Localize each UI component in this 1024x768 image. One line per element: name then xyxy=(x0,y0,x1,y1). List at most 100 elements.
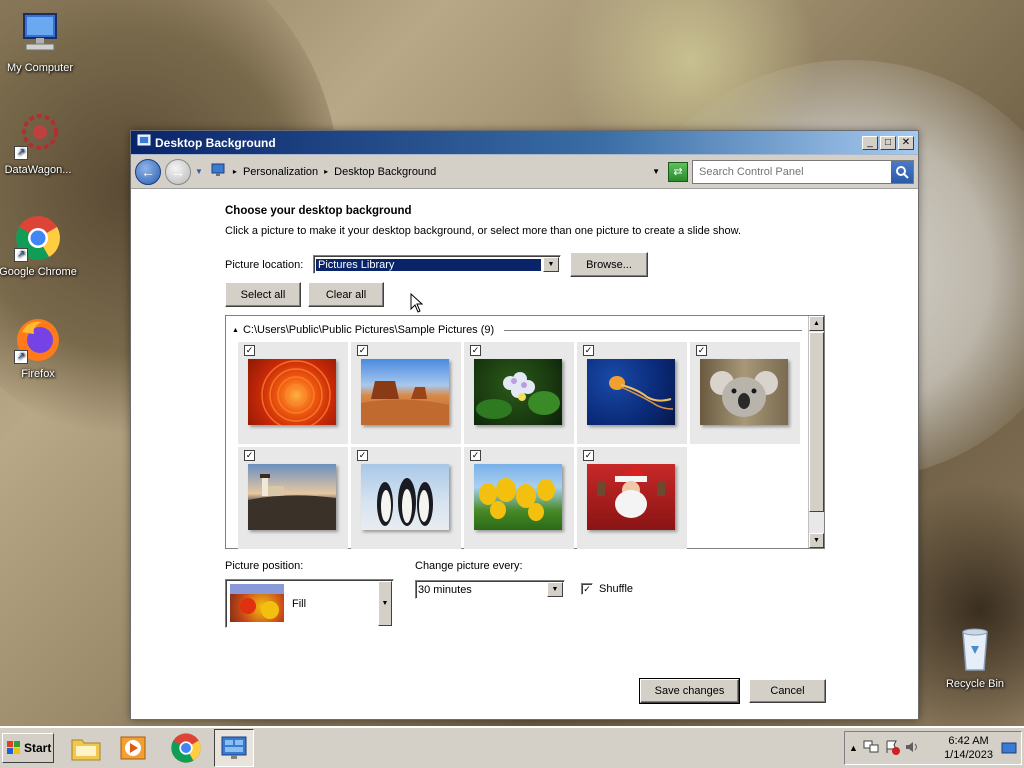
gallery-group-path: C:\Users\Public\Public Pictures\Sample P… xyxy=(242,324,495,336)
desktop-icon-firefox[interactable]: ↗ Firefox xyxy=(0,316,78,380)
search-icon xyxy=(896,165,909,179)
minimize-button[interactable]: _ xyxy=(862,135,878,150)
picture-position-value: Fill xyxy=(292,598,307,610)
show-hidden-icons-button[interactable]: ▲ xyxy=(849,743,858,753)
picture-checkbox[interactable]: ✓ xyxy=(583,345,594,356)
picture-location-select[interactable]: Pictures Library ▼ xyxy=(313,255,561,274)
taskbar-chrome[interactable] xyxy=(166,729,206,767)
koala-image xyxy=(700,359,788,425)
cancel-button[interactable]: Cancel xyxy=(749,679,826,703)
save-changes-button[interactable]: Save changes xyxy=(639,678,740,704)
picture-thumbnail-jellyfish[interactable]: ✓ xyxy=(577,342,687,444)
shuffle-checkbox[interactable]: ✓ xyxy=(581,583,593,595)
taskbar-media-player[interactable] xyxy=(114,729,154,767)
recent-pages-dropdown[interactable]: ▼ xyxy=(195,167,203,176)
picture-checkbox[interactable]: ✓ xyxy=(696,345,707,356)
breadcrumb[interactable]: ▸ Personalization ▸ Desktop Background ▼ xyxy=(206,159,664,184)
picture-checkbox[interactable]: ✓ xyxy=(470,345,481,356)
browse-button[interactable]: Browse... xyxy=(570,252,648,277)
refresh-icon: ⇄ xyxy=(673,165,683,178)
hydrangeas-image xyxy=(474,359,562,425)
recycle-bin-icon xyxy=(951,626,999,674)
volume-icon[interactable] xyxy=(904,739,920,758)
select-all-button[interactable]: Select all xyxy=(225,282,301,307)
picture-checkbox[interactable]: ✓ xyxy=(357,450,368,461)
chevron-down-icon[interactable]: ▼ xyxy=(547,582,563,597)
show-desktop-icon[interactable] xyxy=(1001,740,1017,759)
lighthouse-image xyxy=(248,464,336,530)
datawagon-icon: ↗ xyxy=(14,112,62,160)
refresh-button[interactable]: ⇄ xyxy=(668,161,688,182)
picture-thumbnail-tulips[interactable]: ✓ xyxy=(464,447,574,549)
change-picture-interval-select[interactable]: 30 minutes ▼ xyxy=(415,580,565,599)
desktop-icon-chrome[interactable]: ↗ Google Chrome xyxy=(0,214,78,278)
forward-button[interactable]: → xyxy=(165,158,191,185)
address-dropdown-icon[interactable]: ▼ xyxy=(652,167,660,176)
start-label: Start xyxy=(24,741,52,755)
search-input[interactable] xyxy=(693,165,891,178)
chevron-down-icon[interactable]: ▼ xyxy=(543,257,559,272)
picture-thumbnail-hydrangeas[interactable]: ✓ xyxy=(464,342,574,444)
gallery-group-header[interactable]: ▲ C:\Users\Public\Public Pictures\Sample… xyxy=(232,324,802,336)
picture-thumbnail-lighthouse[interactable]: ✓ xyxy=(238,447,348,549)
desktop-icon-recycle-bin[interactable]: Recycle Bin xyxy=(935,626,1015,690)
picture-thumbnail-santa[interactable]: ✓ xyxy=(577,447,687,549)
shortcut-arrow-icon: ↗ xyxy=(14,248,28,262)
picture-checkbox[interactable]: ✓ xyxy=(357,345,368,356)
close-button[interactable]: ✕ xyxy=(898,135,914,150)
shuffle-checkbox-row[interactable]: ✓ Shuffle xyxy=(581,583,633,595)
chrysanthemum-image xyxy=(248,359,336,425)
chrome-icon: ↗ xyxy=(14,214,62,262)
network-icon[interactable] xyxy=(862,739,880,758)
picture-thumbnail-koala[interactable]: ✓ xyxy=(690,342,800,444)
start-button[interactable]: Start xyxy=(2,733,54,763)
control-panel-icon xyxy=(221,736,247,759)
clear-all-button[interactable]: Clear all xyxy=(308,282,384,307)
window-titlebar[interactable]: Desktop Background _ □ ✕ xyxy=(131,131,918,155)
mouse-cursor-icon xyxy=(410,292,424,316)
scroll-down-button[interactable]: ▼ xyxy=(809,533,824,548)
scroll-up-button[interactable]: ▲ xyxy=(809,316,824,331)
desktop-icon-my-computer[interactable]: My Computer xyxy=(0,10,80,74)
window-title: Desktop Background xyxy=(155,135,276,150)
folder-icon xyxy=(71,739,101,761)
taskbar-file-explorer[interactable] xyxy=(66,729,106,767)
picture-thumbnail-desert[interactable]: ✓ xyxy=(351,342,461,444)
picture-position-select[interactable]: Fill ▼ xyxy=(225,579,394,628)
desktop-icon-datawagon[interactable]: ↗ DataWagon... xyxy=(0,112,78,176)
clock[interactable]: 6:42 AM 1/14/2023 xyxy=(944,734,993,762)
breadcrumb-item-personalization[interactable]: Personalization xyxy=(243,166,318,178)
picture-location-value: Pictures Library xyxy=(316,258,541,271)
chrome-icon xyxy=(171,733,201,763)
gallery-scrollbar[interactable]: ▲ ▼ xyxy=(808,316,824,548)
shuffle-label: Shuffle xyxy=(599,583,634,595)
page-description: Click a picture to make it your desktop … xyxy=(225,225,742,237)
picture-checkbox[interactable]: ✓ xyxy=(470,450,481,461)
chevron-down-icon[interactable]: ▼ xyxy=(378,581,392,626)
picture-thumbnail-chrysanthemum[interactable]: ✓ xyxy=(238,342,348,444)
breadcrumb-item-desktop-background[interactable]: Desktop Background xyxy=(334,166,436,178)
picture-position-preview xyxy=(230,584,284,622)
picture-checkbox[interactable]: ✓ xyxy=(244,345,255,356)
search-box[interactable] xyxy=(692,159,914,184)
system-tray: ▲ 6:42 AM 1/14/2023 xyxy=(844,731,1022,765)
desktop-icon-label: Recycle Bin xyxy=(945,678,1005,690)
media-player-icon xyxy=(120,736,146,760)
picture-checkbox[interactable]: ✓ xyxy=(583,450,594,461)
picture-thumbnail-penguins[interactable]: ✓ xyxy=(351,447,461,549)
action-center-flag-icon[interactable] xyxy=(884,739,900,758)
collapse-icon[interactable]: ▲ xyxy=(232,327,239,334)
clock-date: 1/14/2023 xyxy=(944,749,993,761)
back-button[interactable]: ← xyxy=(135,158,161,185)
scroll-thumb[interactable] xyxy=(809,332,824,512)
page-heading: Choose your desktop background xyxy=(225,205,412,217)
taskbar-control-panel-active[interactable] xyxy=(214,729,254,767)
maximize-button[interactable]: □ xyxy=(880,135,896,150)
desktop-icon-label: DataWagon... xyxy=(4,164,72,176)
windows-logo-icon xyxy=(7,741,20,754)
clock-time: 6:42 AM xyxy=(948,735,989,747)
desktop-icon-label: Firefox xyxy=(21,368,55,380)
picture-checkbox[interactable]: ✓ xyxy=(244,450,255,461)
control-panel-icon xyxy=(137,134,151,151)
search-button[interactable] xyxy=(891,160,913,183)
